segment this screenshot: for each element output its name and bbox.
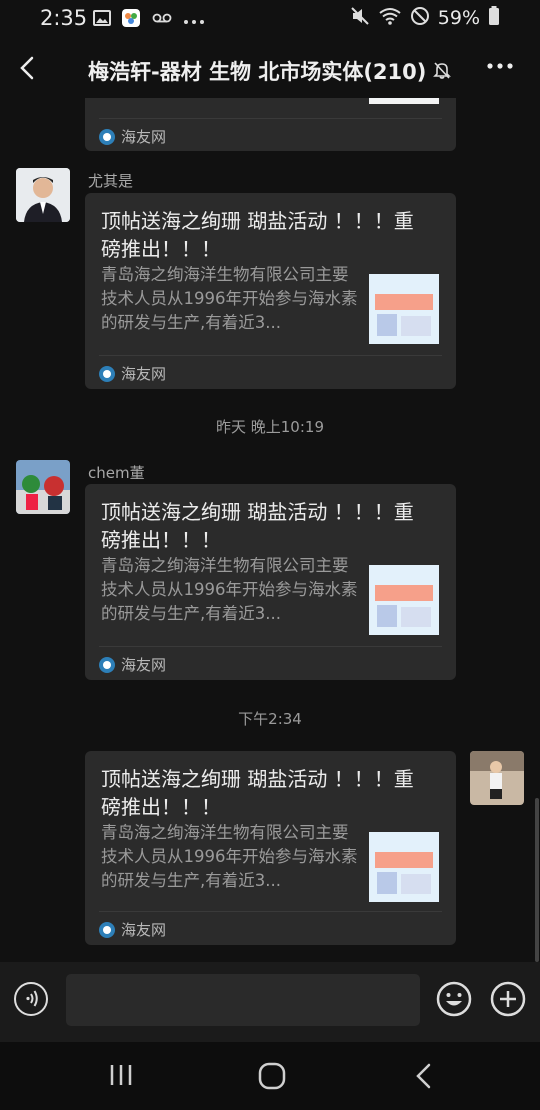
article-thumbnail xyxy=(369,832,439,902)
article-title: 顶帖送海之绚珊 瑚盐活动 ！！！重磅推出！！！ xyxy=(101,209,414,261)
source-name: 海友网 xyxy=(121,921,167,939)
article-description: 青岛海之绚海洋生物有限公司主要技术人员从1996年开始参与海水素的研发与生产,有… xyxy=(101,556,358,623)
card-source: 海友网 xyxy=(99,654,166,675)
battery-icon xyxy=(488,6,500,30)
voice-input-button[interactable] xyxy=(14,982,48,1016)
card-source: 海友网 xyxy=(99,126,166,147)
source-logo-icon xyxy=(99,921,115,938)
card-divider xyxy=(99,646,442,647)
system-back-button[interactable] xyxy=(412,1062,438,1094)
source-name: 海友网 xyxy=(121,128,167,146)
avatar[interactable] xyxy=(470,751,524,805)
notifications-off-icon xyxy=(432,60,452,84)
input-bar xyxy=(0,962,540,1042)
chat-header: 梅浩轩-器材 生物 北市场实体(210) xyxy=(0,40,540,98)
more-options-button[interactable] xyxy=(486,56,514,80)
link-card[interactable]: 顶帖送海之绚珊 瑚盐活动 ！！！重磅推出！！！ 青岛海之绚海洋生物有限公司主要技… xyxy=(85,193,456,389)
avatar[interactable] xyxy=(16,168,70,222)
link-card[interactable]: 顶帖送海之绚珊 瑚盐活动 ！！！重磅推出！！！ 青岛海之绚海洋生物有限公司主要技… xyxy=(85,751,456,945)
link-card[interactable]: 海友网 xyxy=(85,98,456,151)
card-divider xyxy=(99,118,442,119)
do-not-disturb-icon xyxy=(410,6,430,30)
card-divider xyxy=(99,911,442,912)
card-divider xyxy=(99,355,442,356)
scrollbar[interactable] xyxy=(535,798,539,962)
source-logo-icon xyxy=(99,656,115,673)
add-attachment-button[interactable] xyxy=(490,981,526,1021)
message-input[interactable] xyxy=(66,974,420,1026)
voicemail-icon xyxy=(151,9,173,31)
app-icon xyxy=(121,8,141,32)
card-source: 海友网 xyxy=(99,363,166,384)
message-list[interactable]: 海友网 尤其是 顶帖送海之绚珊 瑚盐活动 ！！！重磅推出！！！ 青岛海之绚海洋生… xyxy=(0,98,540,962)
source-name: 海友网 xyxy=(121,365,167,383)
source-logo-icon xyxy=(99,128,115,145)
home-button[interactable] xyxy=(258,1062,286,1094)
battery-percent: 59% xyxy=(437,7,480,29)
article-thumbnail xyxy=(369,274,439,344)
source-name: 海友网 xyxy=(121,656,167,674)
avatar[interactable] xyxy=(16,460,70,514)
article-title: 顶帖送海之绚珊 瑚盐活动 ！！！重磅推出！！！ xyxy=(101,767,414,819)
wifi-icon xyxy=(378,6,402,30)
chat-title: 梅浩轩-器材 生物 北市场实体(210) xyxy=(88,60,427,84)
status-time: 2:35 xyxy=(40,6,88,30)
article-title: 顶帖送海之绚珊 瑚盐活动 ！！！重磅推出！！！ xyxy=(101,500,414,552)
system-navigation-bar xyxy=(0,1042,540,1110)
back-button[interactable] xyxy=(14,54,42,82)
recent-apps-button[interactable] xyxy=(108,1062,134,1092)
article-description: 青岛海之绚海洋生物有限公司主要技术人员从1996年开始参与海水素的研发与生产,有… xyxy=(101,265,358,332)
link-card[interactable]: 顶帖送海之绚珊 瑚盐活动 ！！！重磅推出！！！ 青岛海之绚海洋生物有限公司主要技… xyxy=(85,484,456,680)
sender-name: 尤其是 xyxy=(88,172,134,190)
card-source: 海友网 xyxy=(99,919,166,940)
emoji-button[interactable] xyxy=(436,981,472,1021)
article-thumbnail xyxy=(369,565,439,635)
message-timestamp: 昨天 晚上10:19 xyxy=(216,418,324,436)
article-thumbnail xyxy=(369,98,439,104)
more-notifications-icon xyxy=(183,11,205,30)
article-description: 青岛海之绚海洋生物有限公司主要技术人员从1996年开始参与海水素的研发与生产,有… xyxy=(101,823,358,890)
mute-icon xyxy=(350,6,370,30)
status-bar: 2:35 59% xyxy=(0,0,540,38)
message-timestamp: 下午2:34 xyxy=(238,710,302,728)
sender-name: chem董 xyxy=(88,464,145,482)
gallery-icon xyxy=(93,9,111,31)
source-logo-icon xyxy=(99,365,115,382)
